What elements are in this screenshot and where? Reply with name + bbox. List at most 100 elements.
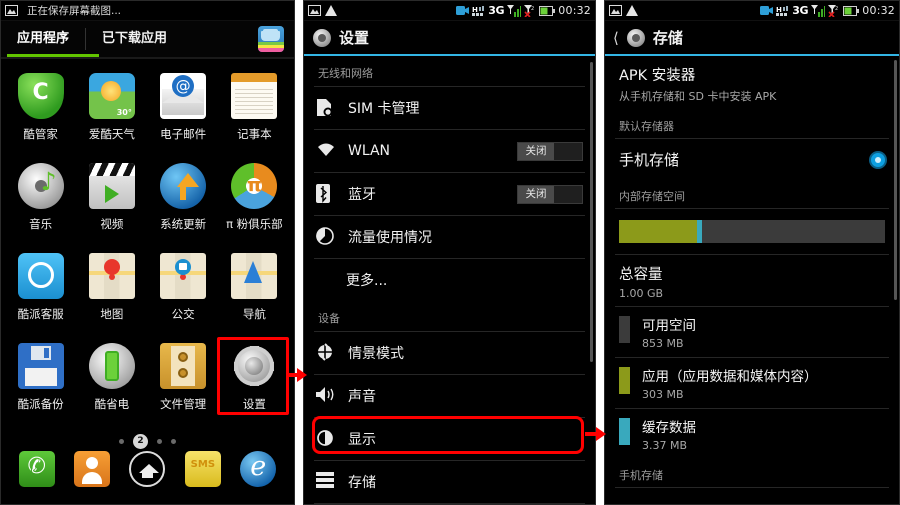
storage-bar-apps-segment bbox=[619, 220, 698, 243]
tab-active-underline bbox=[7, 54, 99, 57]
dock-bar bbox=[1, 449, 294, 493]
flow-arrow-1 bbox=[286, 368, 307, 382]
settings-row-label: 声音 bbox=[348, 389, 376, 405]
launcher-tabbar: 应用程序 已下载应用 bbox=[1, 21, 294, 57]
settings-row-display[interactable]: 显示 bbox=[304, 418, 595, 460]
settings-row-profile-mode[interactable]: 情景模式 bbox=[304, 332, 595, 374]
app-cell-support[interactable]: 酷派客服 bbox=[5, 249, 76, 339]
status-left-icons bbox=[609, 5, 638, 16]
status-right-icons: H 3G 2 00:32 bbox=[760, 4, 895, 17]
settings-row-label: 蓝牙 bbox=[348, 187, 376, 203]
app-cell-navigation[interactable]: 导航 bbox=[219, 249, 290, 339]
apk-installer-subtitle: 从手机存储和 SD 卡中安装 APK bbox=[619, 90, 777, 103]
phone-panel-settings: H 3G 2 00:32 设置 无线和网络 SIM 卡管理 WLAN 关闭 蓝牙… bbox=[303, 0, 596, 505]
settings-row-data-usage[interactable]: 流量使用情况 bbox=[304, 216, 595, 258]
app-cell-file-manager[interactable]: 文件管理 bbox=[148, 339, 219, 429]
page-dot[interactable] bbox=[119, 438, 124, 444]
app-label: 视频 bbox=[100, 217, 124, 231]
wlan-toggle[interactable]: 关闭 bbox=[517, 141, 583, 161]
settings-row-wlan[interactable]: WLAN 关闭 bbox=[304, 130, 595, 172]
storage-scrollbar[interactable] bbox=[894, 60, 897, 300]
settings-row-label: SIM 卡管理 bbox=[348, 101, 420, 117]
section-header-wireless: 无线和网络 bbox=[318, 67, 373, 80]
app-cell-kuguanjia[interactable]: 酷管家 bbox=[5, 69, 76, 159]
tab-downloaded[interactable]: 已下载应用 bbox=[86, 21, 183, 57]
navigation-icon bbox=[231, 253, 278, 299]
phone-panel-launcher: 正在保存屏幕截图... 应用程序 已下载应用 酷管家 30° bbox=[0, 0, 295, 505]
app-cell-pi-club[interactable]: π 粉俱乐部 bbox=[219, 159, 290, 249]
legend-value: 303 MB bbox=[642, 388, 684, 401]
app-cell-power-saver[interactable]: 酷省电 bbox=[76, 339, 147, 429]
page-dot[interactable] bbox=[157, 438, 162, 444]
settings-row-label: 流量使用情况 bbox=[348, 230, 432, 246]
status-right-icons: H 3G 2 00:32 bbox=[456, 4, 591, 17]
system-update-icon bbox=[160, 163, 207, 209]
settings-gear-icon bbox=[626, 28, 646, 48]
app-label: 酷派备份 bbox=[17, 397, 64, 411]
weather-badge: 30° bbox=[116, 108, 132, 117]
settings-scrollbar[interactable] bbox=[590, 62, 593, 362]
app-cell-bus[interactable]: 公交 bbox=[148, 249, 219, 339]
app-cell-settings[interactable]: 设置 bbox=[219, 339, 290, 429]
storage-bar-cache-segment bbox=[697, 220, 703, 243]
settings-row-sim[interactable]: SIM 卡管理 bbox=[304, 87, 595, 129]
sms-icon[interactable] bbox=[184, 451, 221, 487]
hspa-icon: H bbox=[472, 5, 485, 16]
tab-apps[interactable]: 应用程序 bbox=[1, 21, 85, 57]
storage-legend-row-cache[interactable]: 缓存数据 3.37 MB bbox=[605, 409, 899, 459]
signal-icon bbox=[507, 4, 522, 17]
settings-row-label: WLAN bbox=[348, 143, 391, 159]
app-label: 系统更新 bbox=[160, 217, 207, 231]
settings-list[interactable]: 无线和网络 SIM 卡管理 WLAN 关闭 蓝牙 关闭 流量使用情况 更多...… bbox=[304, 56, 595, 504]
app-cell-weather[interactable]: 30° 爱酷天气 bbox=[76, 69, 147, 159]
app-cell-video[interactable]: 视频 bbox=[76, 159, 147, 249]
contacts-icon[interactable] bbox=[74, 451, 111, 487]
app-cell-system-update[interactable]: 系统更新 bbox=[148, 159, 219, 249]
app-label: 地图 bbox=[100, 307, 124, 321]
status-left-icons bbox=[308, 5, 337, 16]
apk-installer-title: APK 安装器 bbox=[619, 68, 696, 84]
back-chevron-icon[interactable]: ⟨ bbox=[613, 29, 619, 47]
app-grid: 酷管家 30° 爱酷天气 @ 电子邮件 记事本 bbox=[1, 59, 294, 429]
backup-icon bbox=[17, 343, 64, 389]
app-cell-notepad[interactable]: 记事本 bbox=[219, 69, 290, 159]
phone-icon[interactable] bbox=[18, 451, 55, 487]
pi-club-icon bbox=[231, 163, 278, 209]
map-icon bbox=[88, 253, 135, 299]
app-cell-music[interactable]: 音乐 bbox=[5, 159, 76, 249]
status-note: 正在保存屏幕截图... bbox=[27, 5, 122, 17]
screenshot-icon bbox=[308, 5, 321, 16]
settings-gear-icon bbox=[231, 343, 277, 389]
settings-row-sound[interactable]: 声音 bbox=[304, 375, 595, 417]
default-storage-row[interactable]: 手机存储 bbox=[605, 139, 899, 180]
app-cell-backup[interactable]: 酷派备份 bbox=[5, 339, 76, 429]
page-dot[interactable] bbox=[171, 438, 176, 444]
apk-installer-row[interactable]: APK 安装器 从手机存储和 SD 卡中安装 APK bbox=[605, 56, 899, 110]
bluetooth-toggle[interactable]: 关闭 bbox=[517, 184, 583, 204]
warning-icon bbox=[325, 5, 337, 16]
toggle-state-label: 关闭 bbox=[518, 142, 554, 160]
legend-value: 3.37 MB bbox=[642, 439, 688, 452]
settings-row-label: 情景模式 bbox=[348, 346, 404, 362]
settings-row-more[interactable]: 更多... bbox=[304, 259, 595, 301]
home-icon[interactable] bbox=[129, 451, 166, 487]
screenshot-icon bbox=[5, 5, 18, 16]
app-cell-email[interactable]: @ 电子邮件 bbox=[148, 69, 219, 159]
divider bbox=[615, 208, 889, 209]
screenshot-icon bbox=[609, 5, 622, 16]
settings-row-bluetooth[interactable]: 蓝牙 关闭 bbox=[304, 173, 595, 215]
storage-legend-row-apps[interactable]: 应用（应用数据和媒体内容） 303 MB bbox=[605, 358, 899, 408]
storage-list[interactable]: APK 安装器 从手机存储和 SD 卡中安装 APK 默认存储器 手机存储 内部… bbox=[605, 56, 899, 504]
browser-icon[interactable] bbox=[240, 451, 277, 487]
storage-legend-row-available[interactable]: 可用空间 853 MB bbox=[605, 307, 899, 357]
svg-text:H: H bbox=[472, 6, 478, 14]
app-row: 酷派备份 酷省电 文件管理 设置 bbox=[5, 339, 290, 429]
settings-row-storage[interactable]: 存储 bbox=[304, 461, 595, 503]
settings-action-bar: 设置 bbox=[304, 21, 595, 54]
warning-icon bbox=[626, 5, 638, 16]
page-dot-current[interactable]: 2 bbox=[133, 433, 148, 449]
app-cell-map[interactable]: 地图 bbox=[76, 249, 147, 339]
video-call-icon bbox=[456, 6, 470, 15]
theme-icon[interactable] bbox=[258, 26, 284, 52]
phone-storage-radio[interactable] bbox=[871, 152, 885, 167]
